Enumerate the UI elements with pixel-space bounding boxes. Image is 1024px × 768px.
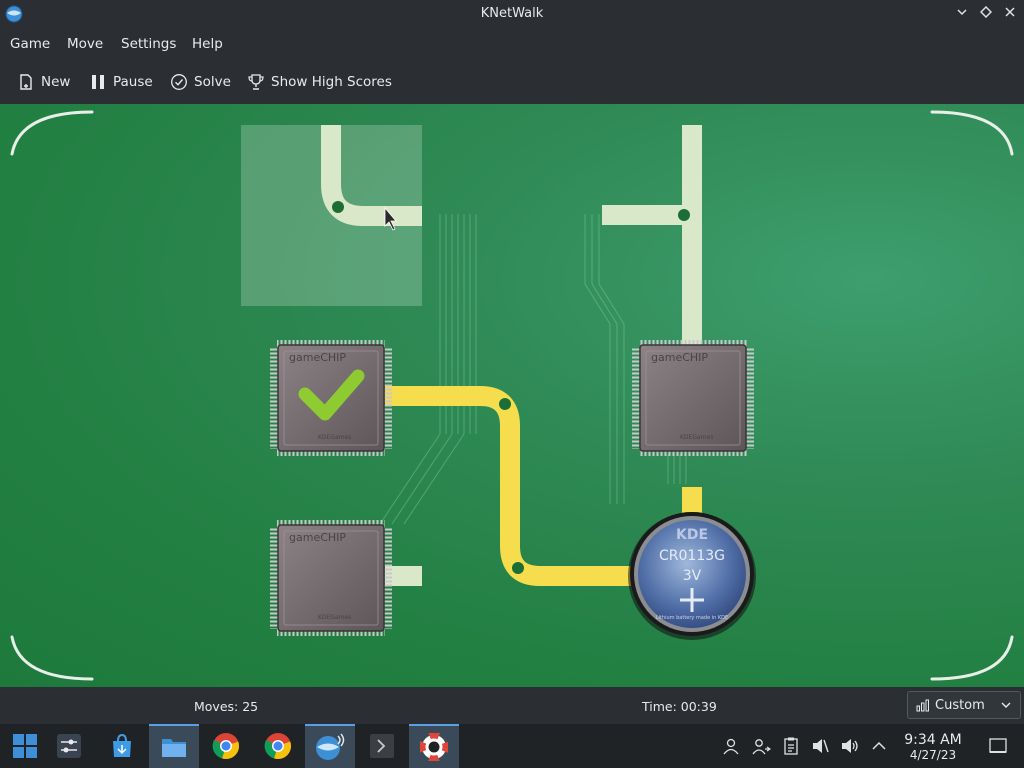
menu-game[interactable]: Game bbox=[10, 36, 50, 52]
user-icon[interactable] bbox=[721, 736, 741, 756]
bar-chart-icon bbox=[916, 699, 929, 712]
chip-maker-label: KDEGames bbox=[318, 434, 351, 441]
battery-brand: KDE bbox=[676, 527, 708, 543]
start-menu-icon bbox=[13, 734, 37, 758]
clock-date: 4/27/23 bbox=[909, 748, 957, 762]
menu-help[interactable]: Help bbox=[192, 36, 223, 52]
lifebuoy-icon bbox=[420, 733, 448, 761]
chip-maker-label: KDEGames bbox=[680, 434, 713, 441]
time-counter: Time: 00:39 bbox=[642, 699, 717, 714]
taskbar-clock[interactable]: 9:34 AM 4/27/23 bbox=[898, 732, 968, 762]
clipboard-icon[interactable] bbox=[781, 736, 801, 756]
chip-computer-connected[interactable]: gameCHIP KDEGames bbox=[270, 340, 392, 456]
new-game-label: New bbox=[41, 74, 71, 90]
minimize-button[interactable] bbox=[952, 5, 972, 25]
cable-node bbox=[678, 209, 690, 221]
chevron-up-icon[interactable] bbox=[869, 736, 889, 756]
pause-button[interactable]: Pause bbox=[89, 70, 153, 94]
store-icon bbox=[113, 733, 131, 757]
maximize-button[interactable] bbox=[976, 5, 996, 25]
cable-node bbox=[332, 201, 344, 213]
chrome-icon bbox=[212, 733, 240, 760]
diamond-icon bbox=[979, 5, 993, 19]
taskbar-file-manager-app[interactable] bbox=[149, 724, 199, 768]
taskbar-help-app[interactable] bbox=[409, 724, 459, 768]
new-game-button[interactable]: New bbox=[17, 70, 70, 94]
chevron-down-icon bbox=[957, 9, 967, 16]
cable-node bbox=[512, 562, 524, 574]
taskbar-store-app[interactable] bbox=[97, 724, 147, 768]
window-title: KNetWalk bbox=[480, 6, 544, 21]
chip-computer-disconnected[interactable]: gameCHIP KDEGames bbox=[270, 520, 392, 636]
pause-icon bbox=[92, 75, 104, 89]
chip-label: gameCHIP bbox=[651, 351, 708, 364]
terminal-icon bbox=[370, 734, 394, 758]
new-document-icon bbox=[20, 74, 32, 90]
status-bar: Moves: 25 Time: 00:39 bbox=[0, 687, 1024, 724]
taskbar-knetwalk-app[interactable] bbox=[305, 724, 355, 768]
title-bar: KNetWalk bbox=[0, 0, 1024, 30]
speaker-muted-icon[interactable] bbox=[810, 736, 830, 756]
battery-voltage: 3V bbox=[683, 568, 702, 584]
chip-label: gameCHIP bbox=[289, 351, 346, 364]
clock-time: 9:34 AM bbox=[904, 732, 962, 748]
solve-label: Solve bbox=[194, 74, 231, 90]
taskbar-settings-app[interactable] bbox=[44, 724, 94, 768]
cable-node bbox=[499, 398, 511, 410]
pause-label: Pause bbox=[113, 74, 153, 90]
chip-computer-disconnected[interactable]: gameCHIP KDEGames bbox=[632, 340, 754, 456]
board-canvas: gameCHIP KDEGames gameCHIP KDEGames game… bbox=[10, 110, 1014, 681]
battery-model: CR0113G bbox=[659, 548, 725, 564]
difficulty-select[interactable]: Custom bbox=[907, 691, 1021, 719]
corner-brackets bbox=[10, 110, 1014, 681]
start-menu-button[interactable] bbox=[0, 724, 50, 768]
game-board[interactable]: gameCHIP KDEGames gameCHIP KDEGames game… bbox=[0, 104, 1024, 687]
menu-move[interactable]: Move bbox=[67, 36, 103, 52]
solve-button[interactable]: Solve bbox=[170, 70, 231, 94]
moves-counter: Moves: 25 bbox=[194, 699, 259, 714]
knetwalk-icon bbox=[316, 733, 345, 760]
show-high-scores-button[interactable]: Show High Scores bbox=[247, 70, 392, 94]
close-button[interactable] bbox=[1000, 5, 1020, 25]
volume-icon[interactable] bbox=[840, 736, 860, 756]
show-high-scores-label: Show High Scores bbox=[271, 74, 392, 90]
battery-tagline: Lithium battery made in KDE bbox=[656, 615, 728, 621]
chip-label: gameCHIP bbox=[289, 531, 346, 544]
chevron-down-icon bbox=[1001, 702, 1011, 708]
close-icon bbox=[1005, 7, 1015, 17]
chip-maker-label: KDEGames bbox=[318, 614, 351, 621]
taskbar-chrome-app-2[interactable] bbox=[253, 724, 303, 768]
settings-sliders-icon bbox=[57, 734, 81, 758]
battery-server[interactable]: KDE CR0113G 3V Lithium battery made in K… bbox=[628, 512, 756, 640]
check-circle-icon bbox=[171, 74, 187, 90]
menu-settings[interactable]: Settings bbox=[121, 36, 176, 52]
menu-bar: Game Move Settings Help bbox=[0, 30, 1024, 60]
toolbar: New Pause Solve Show High Scores bbox=[0, 60, 1024, 105]
trophy-icon bbox=[248, 74, 264, 90]
taskbar bbox=[0, 724, 1024, 768]
taskbar-terminal-app[interactable] bbox=[357, 724, 407, 768]
difficulty-value: Custom bbox=[935, 697, 985, 713]
show-desktop-icon[interactable] bbox=[988, 736, 1008, 756]
chrome-icon bbox=[264, 733, 292, 760]
file-manager-icon bbox=[162, 739, 186, 757]
user-switch-icon[interactable] bbox=[751, 736, 771, 756]
taskbar-chrome-app[interactable] bbox=[201, 724, 251, 768]
